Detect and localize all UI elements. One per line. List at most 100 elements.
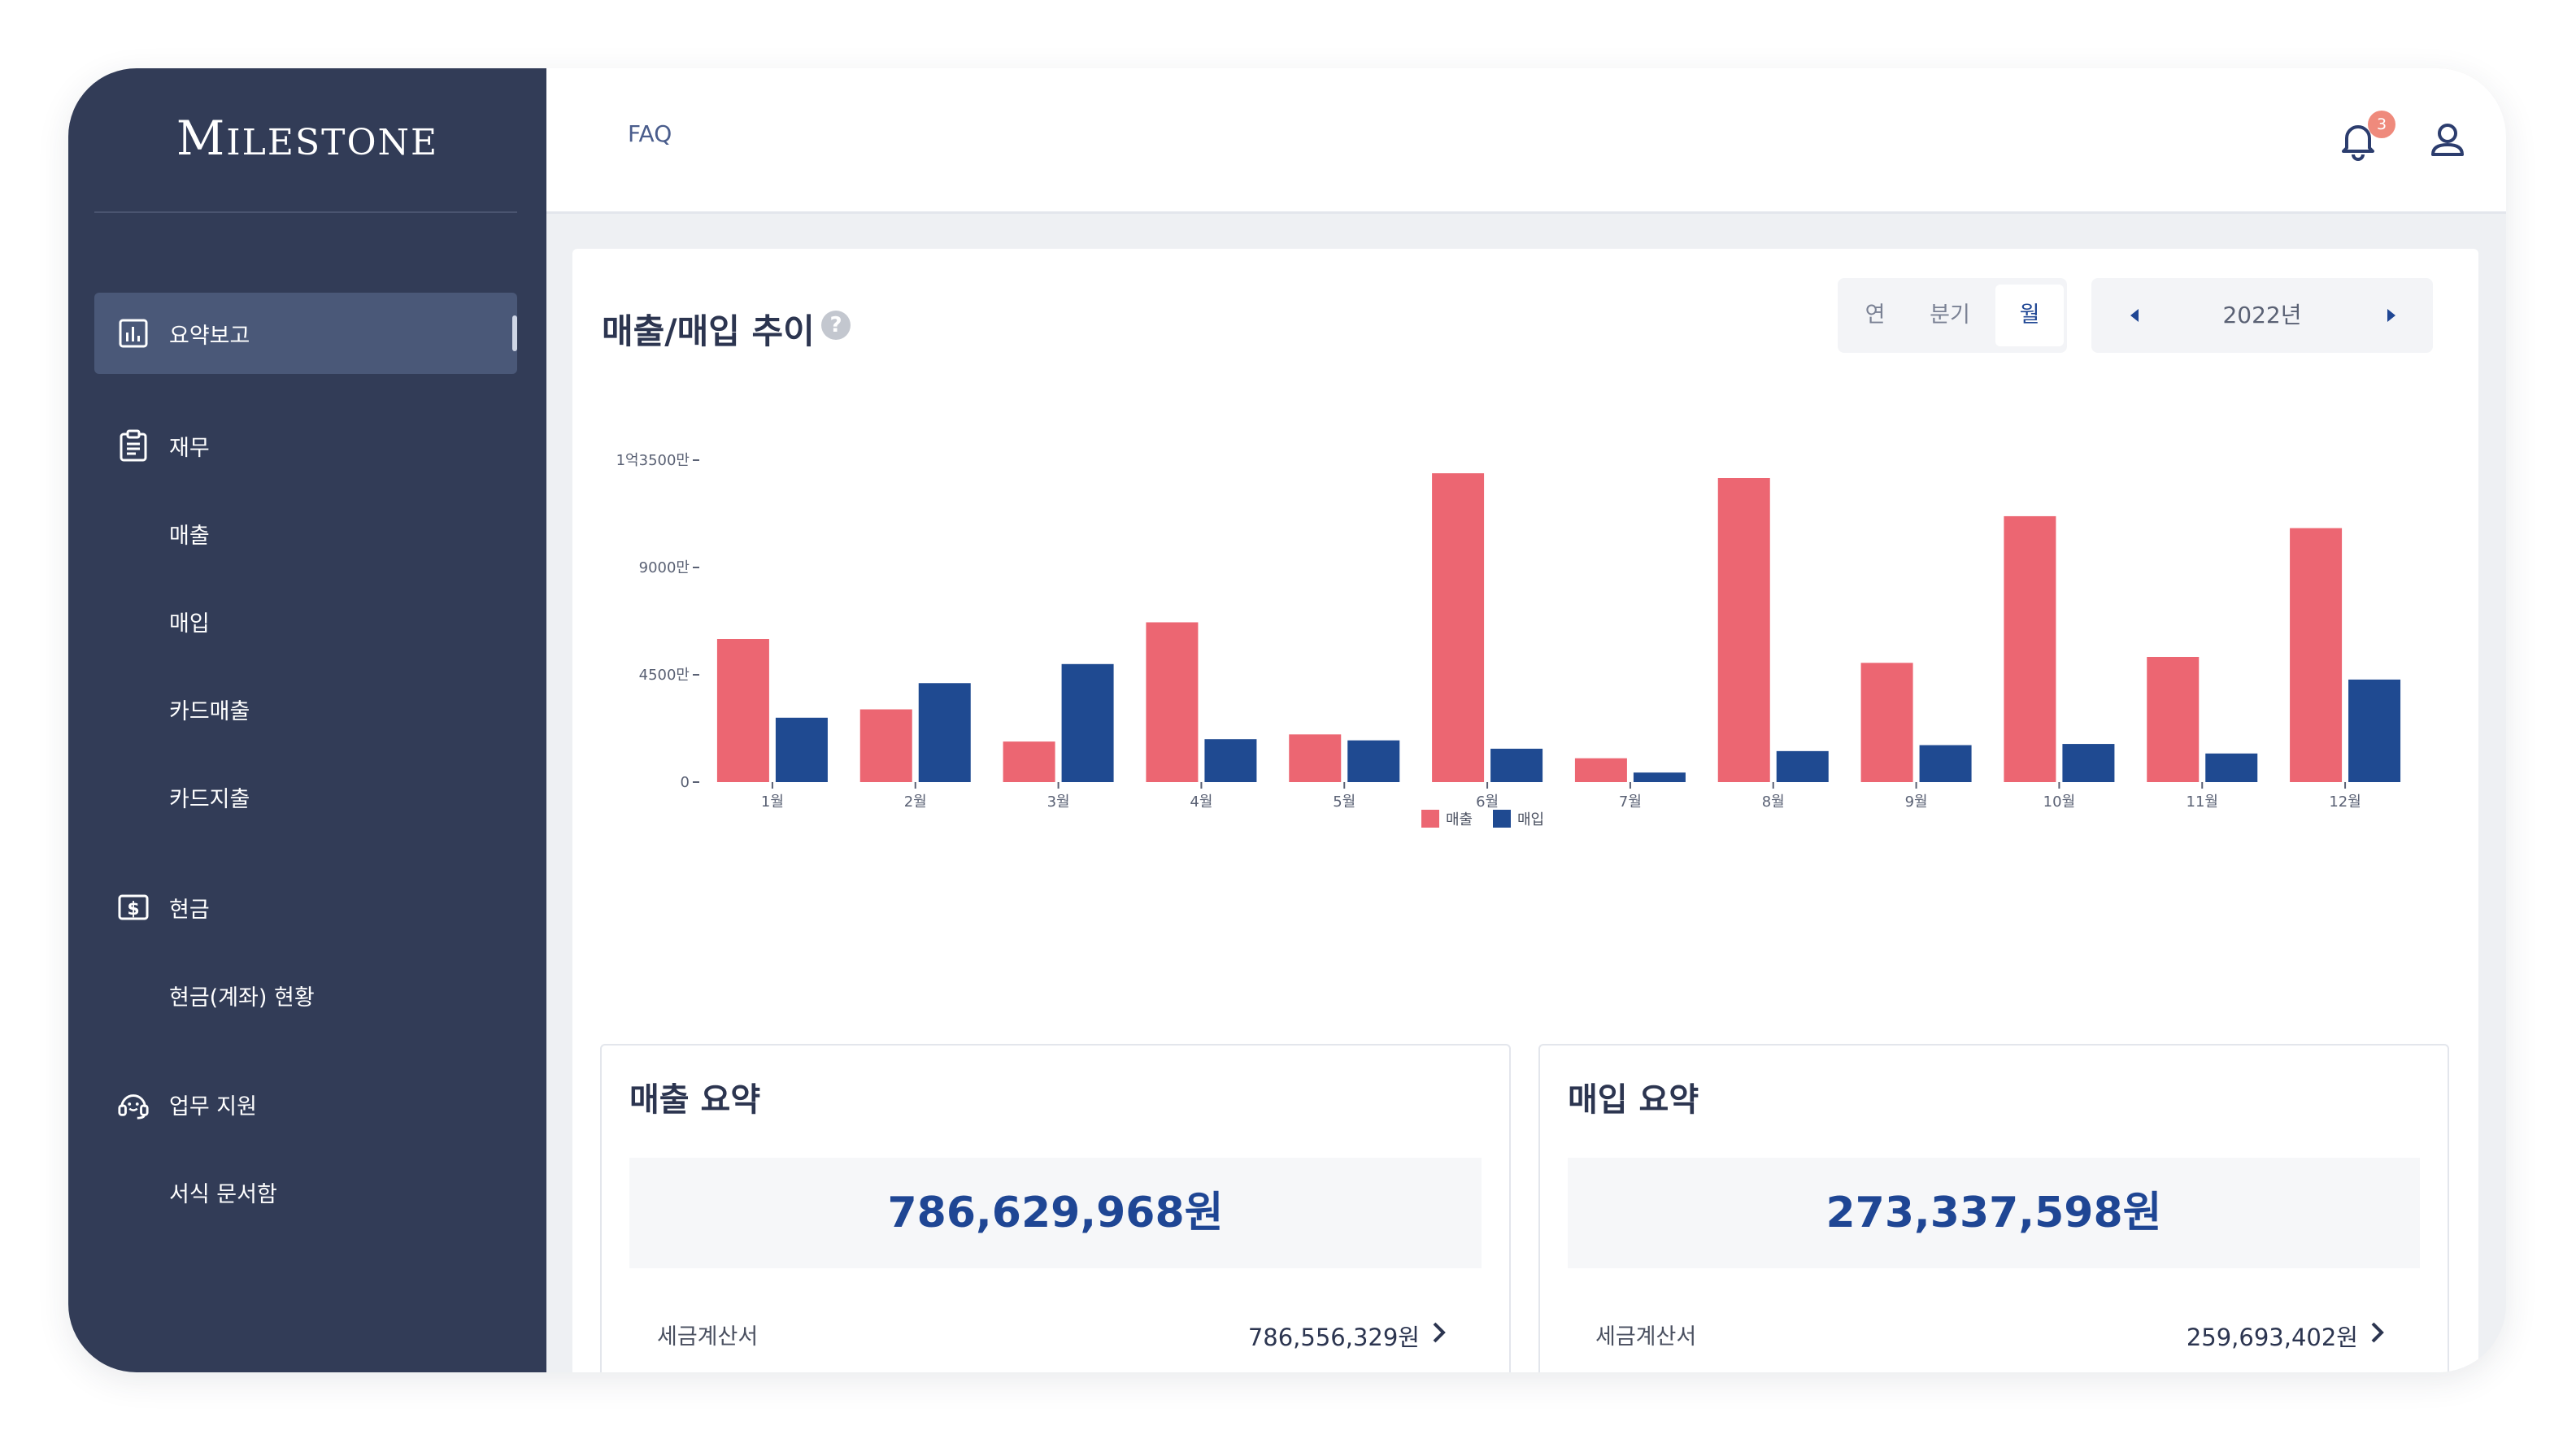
year-label: 2022년 [2222, 302, 2302, 328]
x-tick-label: 5월 [1333, 793, 1355, 811]
chevron-right-icon[interactable] [2368, 1319, 2387, 1346]
headset-icon [117, 1088, 150, 1120]
sales-bar [1432, 473, 1485, 782]
sidebar-item-label: 카드지출 [169, 786, 250, 812]
sales-bar [1860, 663, 1913, 782]
purchase-tax-invoice-value: 259,693,402원 [2186, 1324, 2358, 1351]
sidebar-item-label: 서식 문서함 [169, 1181, 277, 1207]
sidebar-item-card-sales[interactable]: 카드매출 [94, 668, 517, 750]
purchase-total-value: 273,337,598원 [1568, 1158, 2420, 1268]
sales-bar [1289, 734, 1342, 782]
sales-bar [1717, 478, 1770, 782]
period-year-tab[interactable]: 연 [1841, 285, 1909, 346]
sales-bar [1003, 741, 1055, 782]
x-tick-label: 11월 [2187, 793, 2218, 811]
y-tick-label: 0 [681, 774, 690, 791]
sales-total-value: 786,629,968원 [629, 1158, 1482, 1268]
sales-bar [2147, 657, 2200, 782]
main-content: FAQ 3 매출/매입 추이 ? 연 분기 월 2022년 0 4500만 90… [546, 68, 2506, 1372]
purchase-bar [1633, 772, 1686, 782]
bar-chart-svg: 0 4500만 9000만 1억3500만 1월 2월 3월 4월 5월 6월 7월 8월 9월 10월 1… [616, 452, 2401, 828]
sales-bar [1146, 622, 1199, 782]
sidebar-item-work-support[interactable]: 업무 지원 [94, 1063, 517, 1145]
year-navigator: 2022년 [2091, 278, 2433, 353]
sales-bar [716, 639, 769, 782]
sidebar-item-label: 현금(계좌) 현황 [169, 985, 315, 1011]
purchase-tax-invoice-label: 세금계산서 [1595, 1324, 1697, 1350]
bar-chart: 0 4500만 9000만 1억3500만 1월 2월 3월 4월 5월 6월 7월 8월 9월 10월 1… [595, 428, 2465, 850]
period-month-tab[interactable]: 월 [1995, 285, 2064, 346]
sidebar-item-label: 업무 지원 [169, 1093, 257, 1119]
caret-left-icon[interactable] [2121, 301, 2150, 330]
faq-link[interactable]: FAQ [628, 120, 672, 147]
sidebar-item-label: 요약보고 [169, 323, 250, 349]
legend-swatch [1493, 810, 1511, 828]
sidebar-divider [94, 211, 517, 213]
purchase-bar [1919, 745, 1972, 782]
y-tick-label: 9000만 [639, 559, 690, 576]
purchase-summary-title: 매입 요약 [1568, 1081, 1699, 1119]
x-tick-label: 6월 [1476, 793, 1499, 811]
x-tick-label: 4월 [1190, 793, 1212, 811]
purchase-bar [1204, 739, 1257, 782]
clipboard-icon [117, 429, 150, 462]
sidebar-item-label: 재무 [169, 435, 210, 461]
x-tick-label: 12월 [2329, 793, 2361, 811]
x-tick-label: 2월 [904, 793, 927, 811]
notification-badge: 3 [2368, 111, 2395, 138]
purchase-bar [1490, 748, 1543, 782]
sidebar-item-finance[interactable]: 재무 [94, 405, 517, 486]
x-tick-label: 7월 [1619, 793, 1642, 811]
bar-chart-icon [117, 317, 150, 350]
y-tick-label: 1억3500만 [616, 452, 690, 469]
sales-tax-invoice-value: 786,556,329원 [1247, 1324, 1420, 1351]
svg-text:$: $ [127, 899, 139, 919]
trend-card: 매출/매입 추이 ? 연 분기 월 2022년 0 4500만 9000만 1억350… [572, 249, 2478, 1372]
x-tick-label: 8월 [1762, 793, 1785, 811]
sidebar-item-sales[interactable]: 매출 [94, 493, 517, 574]
top-bar: FAQ 3 [546, 68, 2506, 214]
sidebar-item-cash[interactable]: $ 현금 [94, 867, 517, 948]
sidebar-item-forms[interactable]: 서식 문서함 [94, 1151, 517, 1232]
sidebar-item-label: 매입 [169, 611, 210, 637]
sidebar-item-label: 매출 [169, 523, 210, 549]
sidebar-item-card-expense[interactable]: 카드지출 [94, 756, 517, 837]
x-tick-label: 3월 [1047, 793, 1070, 811]
sidebar-item-cash-status[interactable]: 현금(계좌) 현황 [94, 954, 517, 1036]
purchase-bar [1061, 663, 1114, 782]
purchase-bar [918, 683, 971, 782]
purchase-summary-card: 매입 요약 273,337,598원 세금계산서 259,693,402원 [1538, 1044, 2449, 1372]
chevron-right-icon[interactable] [1429, 1319, 1449, 1346]
x-tick-label: 9월 [1905, 793, 1928, 811]
sales-summary-title: 매출 요약 [629, 1081, 761, 1119]
sales-summary-card: 매출 요약 786,629,968원 세금계산서 786,556,329원 [600, 1044, 1511, 1372]
user-profile-icon[interactable] [2425, 117, 2470, 163]
app-logo[interactable]: MILESTONE [68, 111, 546, 166]
sales-bar [859, 709, 912, 782]
help-icon[interactable]: ? [821, 311, 851, 340]
chart-title: 매출/매입 추이 [602, 311, 815, 351]
sidebar-item-label: 현금 [169, 897, 210, 923]
purchase-bar [1776, 750, 1829, 782]
purchase-bar [775, 717, 828, 782]
legend-label: 매출 [1446, 811, 1473, 828]
sidebar-item-label: 카드매출 [169, 698, 250, 724]
purchase-bar [2205, 753, 2258, 782]
period-quarter-tab[interactable]: 분기 [1916, 285, 1984, 346]
x-tick-label: 1월 [761, 793, 784, 811]
app-window: MILESTONE 요약보고 재무 매출 매입 카드매출 카드지출 $ 현금 현… [68, 68, 2506, 1372]
sales-bar [1574, 758, 1627, 782]
period-segmented-control: 연 분기 월 [1838, 278, 2067, 353]
dollar-icon: $ [117, 891, 150, 924]
sales-tax-invoice-label: 세금계산서 [657, 1324, 759, 1350]
sidebar-item-summary-report[interactable]: 요약보고 [94, 293, 517, 374]
sales-bar [2290, 528, 2343, 782]
sidebar-item-purchase[interactable]: 매입 [94, 580, 517, 662]
purchase-bar [2348, 679, 2401, 782]
legend-swatch [1421, 810, 1439, 828]
legend-label: 매입 [1517, 811, 1544, 828]
purchase-bar [2062, 744, 2115, 782]
caret-right-icon[interactable] [2376, 301, 2405, 330]
y-tick-label: 4500만 [639, 667, 690, 684]
sales-bar [2004, 515, 2056, 782]
